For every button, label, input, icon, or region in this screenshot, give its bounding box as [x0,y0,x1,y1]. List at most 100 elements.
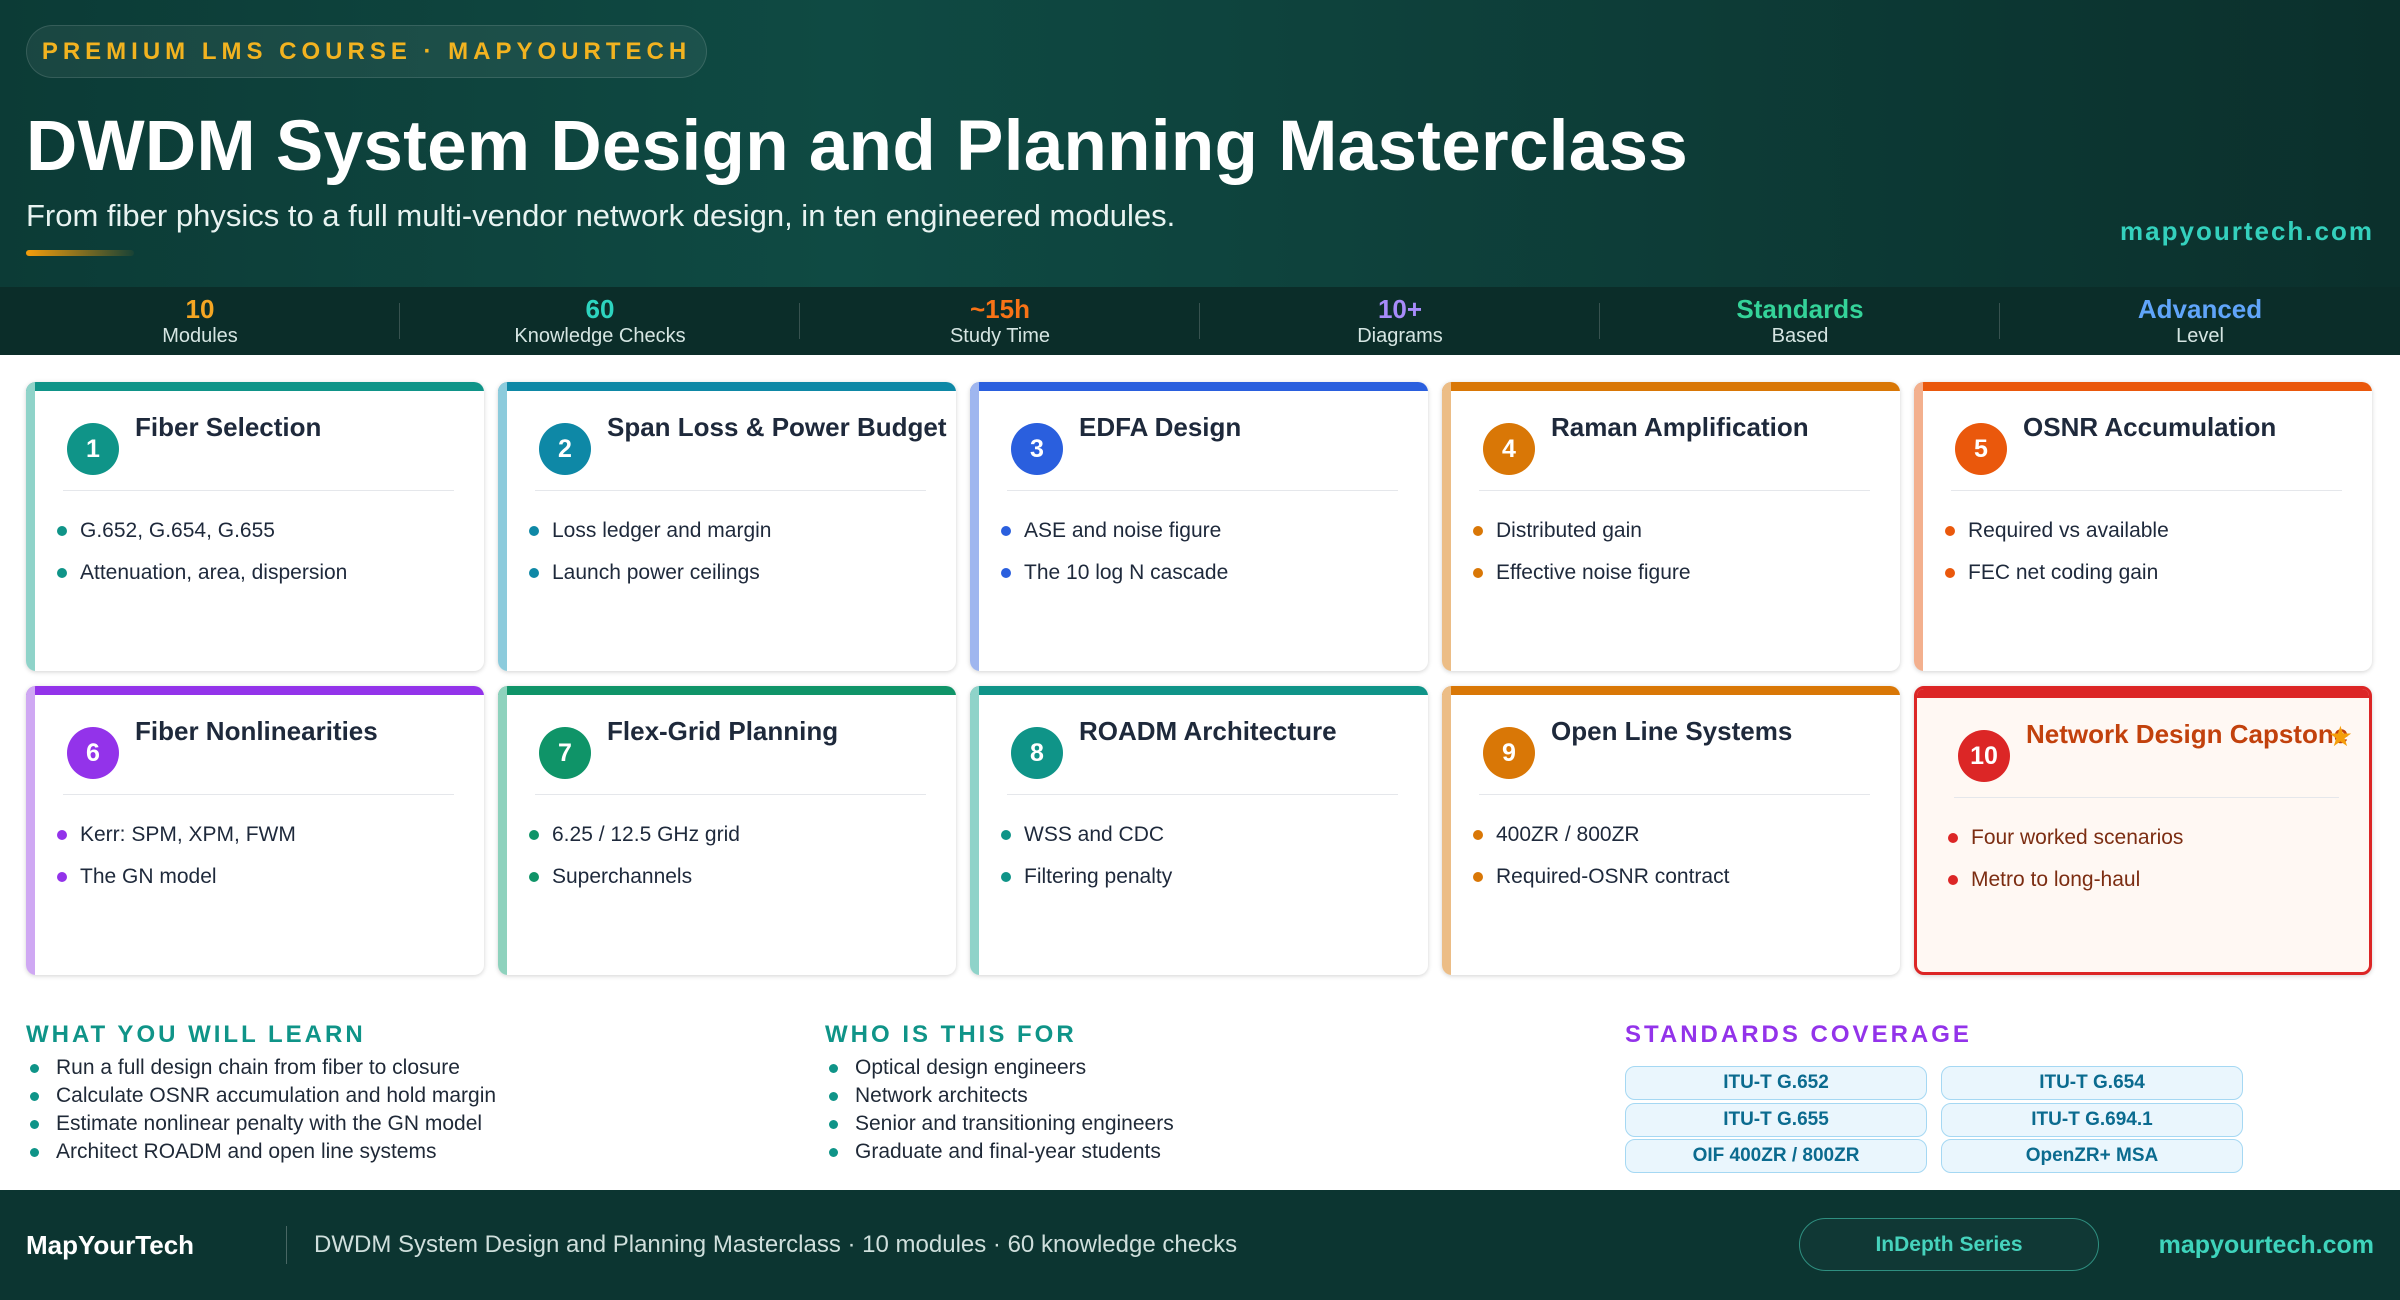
module-title: Fiber Nonlinearities [135,716,378,746]
topic-text: Required-OSNR contract [1496,865,1730,888]
module-number-badge: 4 [1483,423,1535,475]
stat-value: Standards [1736,294,1864,324]
module-title: ROADM Architecture [1079,716,1337,746]
topic-text: Four worked scenarios [1971,826,2184,849]
card-top-bar [970,382,1428,391]
card-divider [63,490,454,491]
bullet-dot [529,830,539,840]
card-top-bar [26,382,484,391]
bullet-dot [529,526,539,536]
topic-text: WSS and CDC [1024,823,1165,846]
module-card[interactable]: 5 OSNR Accumulation Required vs availabl… [1914,382,2372,671]
module-topics: Distributed gain Effective noise figure [1473,510,1691,594]
topic-item: Superchannels [529,856,740,898]
topic-text: Effective noise figure [1496,561,1691,584]
stat-standards: Standards Based [1600,287,2000,355]
stat-label: Study Time [949,325,1051,347]
footer-site-link[interactable]: mapyourtech.com [2159,1231,2374,1260]
bullet-dot [1001,526,1011,536]
course-header: PREMIUM LMS COURSE · MAPYOURTECH DWDM Sy… [0,0,2400,287]
card-top-bar [970,686,1428,695]
topic-item: Metro to long-haul [1948,859,2183,901]
module-card[interactable]: 9 Open Line Systems 400ZR / 800ZR Requir… [1442,686,1900,975]
module-card[interactable]: 7 Flex-Grid Planning 6.25 / 12.5 GHz gri… [498,686,956,975]
header-site-link[interactable]: mapyourtech.com [2120,216,2374,247]
module-card[interactable]: 6 Fiber Nonlinearities Kerr: SPM, XPM, F… [26,686,484,975]
bullet-dot [529,568,539,578]
footer-bar: MapYourTech DWDM System Design and Plann… [0,1190,2400,1300]
module-topics: Required vs available FEC net coding gai… [1945,510,2169,594]
accent-underline [26,250,134,256]
list-item: Architect ROADM and open line systems [30,1138,496,1166]
list-item-text: Optical design engineers [855,1056,1087,1079]
module-topics: G.652, G.654, G.655 Attenuation, area, d… [57,510,347,594]
list-item-text: Architect ROADM and open line systems [56,1140,437,1163]
list-item-text: Network architects [855,1084,1028,1107]
module-card[interactable]: 3 EDFA Design ASE and noise figure The 1… [970,382,1428,671]
module-card[interactable]: 2 Span Loss & Power Budget Loss ledger a… [498,382,956,671]
topic-text: Distributed gain [1496,519,1642,542]
list-item: Network architects [829,1082,1174,1110]
stat-knowledge-checks: 60 Knowledge Checks [400,287,800,355]
list-item: Calculate OSNR accumulation and hold mar… [30,1082,496,1110]
module-number-badge: 9 [1483,727,1535,779]
module-title: Flex-Grid Planning [607,716,839,746]
learn-list: Run a full design chain from fiber to cl… [30,1054,496,1166]
capstone-module-card[interactable]: 10 Network Design Capstone ★ Four worked… [1914,686,2372,975]
card-divider [63,794,454,795]
list-item-text: Graduate and final-year students [855,1140,1161,1163]
topic-item: Kerr: SPM, XPM, FWM [57,814,296,856]
module-topics: Loss ledger and margin Launch power ceil… [529,510,771,594]
module-card[interactable]: 4 Raman Amplification Distributed gain E… [1442,382,1900,671]
standard-chip: ITU-T G.652 [1625,1066,1927,1100]
card-divider [1954,797,2339,798]
standard-chip: ITU-T G.655 [1625,1103,1927,1137]
series-badge[interactable]: InDepth Series [1799,1218,2099,1271]
topic-text: The 10 log N cascade [1024,561,1229,584]
topic-item: WSS and CDC [1001,814,1172,856]
bullet-dot [1945,568,1955,578]
module-number-badge: 10 [1958,730,2010,782]
bullet-dot [30,1063,39,1073]
bullet-dot [829,1119,838,1129]
module-title: OSNR Accumulation [2023,412,2277,442]
card-left-bar [498,686,507,975]
bullet-dot [1473,568,1483,578]
topic-text: 400ZR / 800ZR [1496,823,1640,846]
stat-modules: 10 Modules [0,287,400,355]
card-divider [1951,490,2342,491]
topic-item: Loss ledger and margin [529,510,771,552]
bullet-dot [1948,833,1958,843]
topic-item: Filtering penalty [1001,856,1172,898]
stat-label: Modules [162,325,238,347]
stat-value: 10 [185,294,215,324]
module-number-badge: 6 [67,727,119,779]
topic-item: Attenuation, area, dispersion [57,552,347,594]
module-title: Network Design Capstone [2026,719,2349,749]
stat-level: Advanced Level [2000,287,2400,355]
module-card[interactable]: 1 Fiber Selection G.652, G.654, G.655 At… [26,382,484,671]
topic-item: 400ZR / 800ZR [1473,814,1729,856]
standard-chip: OpenZR+ MSA [1941,1139,2243,1173]
list-item-text: Estimate nonlinear penalty with the GN m… [56,1112,483,1135]
stat-diagrams: 10+ Diagrams [1200,287,1600,355]
stat-value: 10+ [1377,294,1423,324]
topic-item: Distributed gain [1473,510,1691,552]
module-topics: 6.25 / 12.5 GHz grid Superchannels [529,814,740,898]
card-divider [1007,490,1398,491]
topic-item: Effective noise figure [1473,552,1691,594]
card-top-bar [498,382,956,391]
module-number-badge: 8 [1011,727,1063,779]
module-card[interactable]: 8 ROADM Architecture WSS and CDC Filteri… [970,686,1428,975]
module-topics: WSS and CDC Filtering penalty [1001,814,1172,898]
module-title: EDFA Design [1079,412,1242,442]
page-subtitle: From fiber physics to a full multi-vendo… [26,198,1176,233]
bullet-dot [829,1063,838,1073]
topic-text: G.652, G.654, G.655 [80,519,275,542]
card-left-bar [970,382,979,671]
stat-value: Advanced [2137,294,2263,324]
page-title: DWDM System Design and Planning Mastercl… [26,107,1689,186]
card-top-bar [1442,382,1900,391]
learn-heading: WHAT YOU WILL LEARN [26,1021,366,1048]
card-top-bar [1914,382,2372,391]
